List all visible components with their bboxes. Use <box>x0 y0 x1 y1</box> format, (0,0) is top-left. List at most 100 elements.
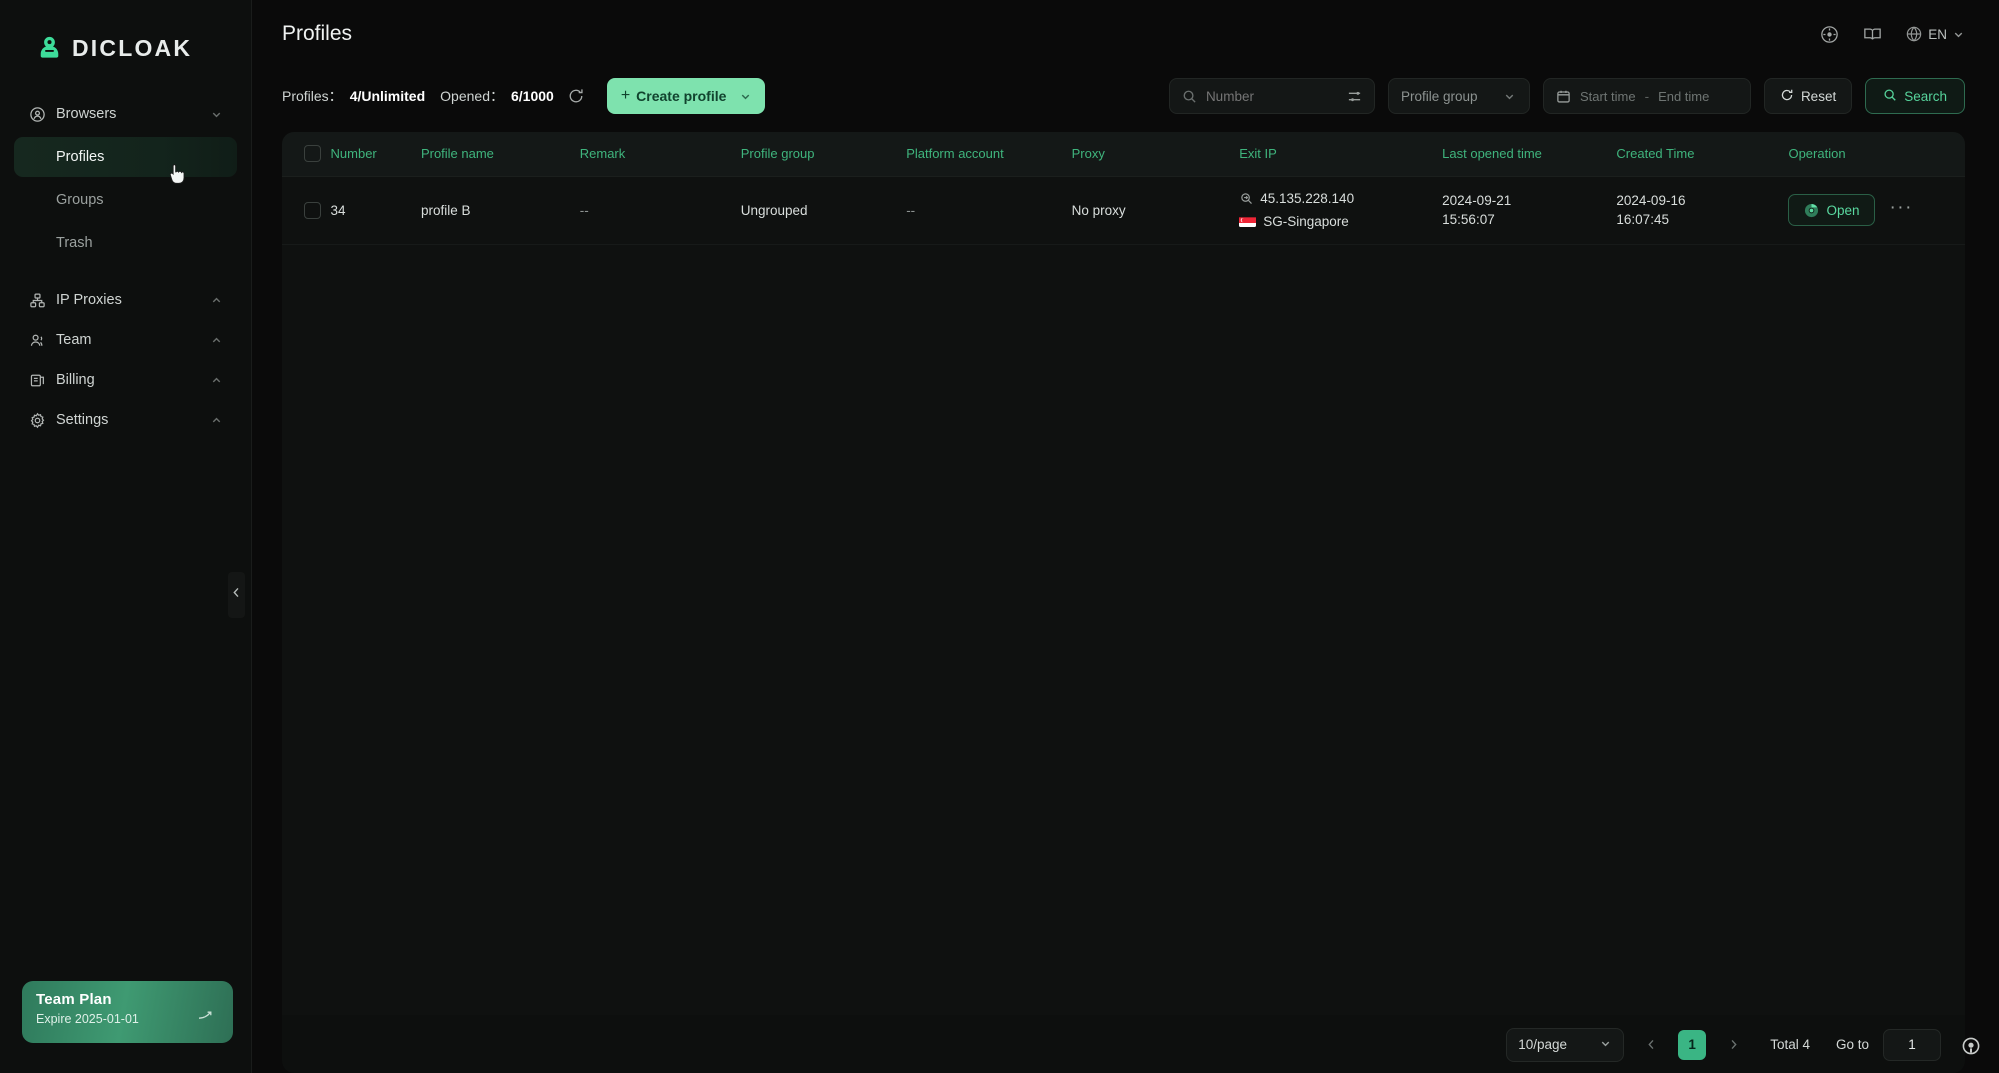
book-manual-icon[interactable] <box>1861 23 1883 45</box>
search-icon <box>1883 88 1897 105</box>
select-all-checkbox[interactable] <box>304 145 321 163</box>
search-icon <box>1182 89 1197 104</box>
column-header-operation: Operation <box>1788 132 1965 177</box>
total-count-label: Total 4 <box>1770 1037 1810 1052</box>
table-header-row: Number Profile name Remark Profile group… <box>282 132 1965 177</box>
cell-created-time: 2024-09-16 16:07:45 <box>1616 176 1789 245</box>
chevron-up-icon <box>209 413 223 427</box>
open-profile-button[interactable]: Open <box>1788 194 1876 226</box>
cell-number: 34 <box>330 176 421 245</box>
app-root: DICLOAK Browsers Profiles Groups Trash I… <box>0 0 1999 1073</box>
gear-icon <box>28 411 46 429</box>
page-number-1[interactable]: 1 <box>1678 1029 1707 1060</box>
cell-proxy: No proxy <box>1071 176 1240 245</box>
row-checkbox[interactable] <box>304 201 321 219</box>
profile-group-select[interactable]: Profile group <box>1387 78 1530 114</box>
chevron-down-icon[interactable] <box>739 89 753 103</box>
column-header-exit-ip[interactable]: Exit IP <box>1239 132 1443 177</box>
page-size-select[interactable]: 10/page <box>1506 1027 1625 1062</box>
toolbar: Profiles： 4/Unlimited Opened： 6/1000 + C… <box>252 68 1999 124</box>
sidebar-group-team[interactable]: Team <box>14 320 237 360</box>
column-header-platform-account[interactable]: Platform account <box>906 132 1072 177</box>
table-row[interactable]: 34 profile B -- Ungrouped -- No proxy 45… <box>282 176 1965 245</box>
sidebar-item-profiles[interactable]: Profiles <box>14 137 237 177</box>
prev-page-button[interactable] <box>1638 1030 1664 1060</box>
cell-platform-account: -- <box>906 176 1072 245</box>
column-header-created-time[interactable]: Created Time <box>1616 132 1789 177</box>
start-time-placeholder: Start time <box>1579 88 1636 104</box>
table-body: 34 profile B -- Ungrouped -- No proxy 45… <box>282 176 1965 245</box>
search-field[interactable] <box>1205 88 1338 104</box>
brand-logo[interactable]: DICLOAK <box>0 0 251 70</box>
created-date: 2024-09-16 <box>1616 192 1686 208</box>
search-button[interactable]: Search <box>1865 78 1965 114</box>
sidebar-subitems-browsers: Profiles Groups Trash <box>0 137 251 263</box>
goto-label: Go to <box>1835 1037 1869 1052</box>
date-separator: - <box>1644 88 1650 104</box>
filter-controls: Profile group Start time - End time <box>1168 78 1965 114</box>
profiles-table: Number Profile name Remark Profile group… <box>282 132 1965 245</box>
search-input[interactable] <box>1168 78 1375 114</box>
cell-remark: -- <box>579 176 741 245</box>
sidebar-item-label: Profiles <box>56 149 105 165</box>
chevron-up-icon <box>209 293 223 307</box>
sidebar-group-label: IP Proxies <box>56 292 122 308</box>
ip-lookup-icon[interactable] <box>1239 192 1253 206</box>
goto-page-input[interactable]: 1 <box>1883 1028 1941 1061</box>
main-content: Profiles EN Profiles： 4/Unlimited Opened… <box>252 0 1999 1073</box>
column-header-profile-name[interactable]: Profile name <box>420 132 580 177</box>
sidebar-group-settings[interactable]: Settings <box>14 400 237 440</box>
column-header-remark[interactable]: Remark <box>579 132 741 177</box>
cell-last-opened-time: 2024-09-21 15:56:07 <box>1442 176 1617 245</box>
select-all-header <box>282 132 331 177</box>
sidebar-group-ip-proxies[interactable]: IP Proxies <box>14 280 237 320</box>
reset-label: Reset <box>1800 88 1837 104</box>
sidebar-item-label: Groups <box>56 192 104 208</box>
chevron-left-icon <box>231 586 242 604</box>
date-range-picker[interactable]: Start time - End time <box>1542 78 1751 114</box>
search-label: Search <box>1904 88 1947 104</box>
profiles-count-value: 4/Unlimited <box>349 88 426 104</box>
calendar-icon <box>1556 89 1571 104</box>
sidebar-item-trash[interactable]: Trash <box>14 223 237 263</box>
sliders-filter-icon[interactable] <box>1347 89 1362 104</box>
column-header-last-opened-time[interactable]: Last opened time <box>1442 132 1617 177</box>
cell-profile-name: profile B <box>420 176 580 245</box>
download-target-icon[interactable] <box>1818 23 1840 45</box>
exit-ip-address-line: 45.135.228.140 <box>1239 189 1442 208</box>
sidebar-group-browsers[interactable]: Browsers <box>14 94 237 134</box>
cell-profile-group: Ungrouped <box>740 176 907 245</box>
plan-card[interactable]: Team Plan Expire 2025-01-01 <box>22 981 233 1043</box>
exit-ip-location: SG-Singapore <box>1263 213 1349 229</box>
row-more-actions-button[interactable]: ··· <box>1889 198 1912 222</box>
dicloak-logo-icon <box>36 35 63 62</box>
create-profile-button[interactable]: + Create profile <box>606 78 765 114</box>
plan-expire: Expire 2025-01-01 <box>36 1012 139 1026</box>
sidebar-group-billing[interactable]: Billing <box>14 360 237 400</box>
sidebar-item-label: Trash <box>56 235 93 251</box>
sidebar-group-label: Browsers <box>56 106 117 122</box>
plus-icon: + <box>620 87 631 104</box>
column-header-number[interactable]: Number <box>330 132 421 177</box>
sidebar-collapse-button[interactable] <box>228 572 245 618</box>
next-page-button[interactable] <box>1720 1030 1746 1060</box>
opened-count-label: Opened： <box>440 88 504 104</box>
cell-exit-ip: 45.135.228.140 SG-Singapore <box>1239 176 1443 245</box>
sidebar-item-groups[interactable]: Groups <box>14 180 237 220</box>
last-opened-date: 2024-09-21 <box>1442 192 1512 208</box>
column-header-profile-group[interactable]: Profile group <box>740 132 907 177</box>
refresh-icon[interactable] <box>566 86 586 106</box>
recording-indicator-icon <box>1960 1035 1982 1057</box>
billing-card-icon <box>28 371 46 389</box>
reset-button[interactable]: Reset <box>1763 78 1853 114</box>
sidebar-group-label: Settings <box>56 412 109 428</box>
team-users-icon <box>28 331 46 349</box>
row-select-cell <box>282 176 331 245</box>
column-header-proxy[interactable]: Proxy <box>1071 132 1240 177</box>
arrow-up-right-icon <box>197 1008 215 1020</box>
chevron-up-icon <box>209 373 223 387</box>
profiles-count-label: Profiles： <box>282 88 343 104</box>
refresh-icon <box>1780 88 1794 105</box>
language-selector[interactable]: EN <box>1904 25 1965 44</box>
